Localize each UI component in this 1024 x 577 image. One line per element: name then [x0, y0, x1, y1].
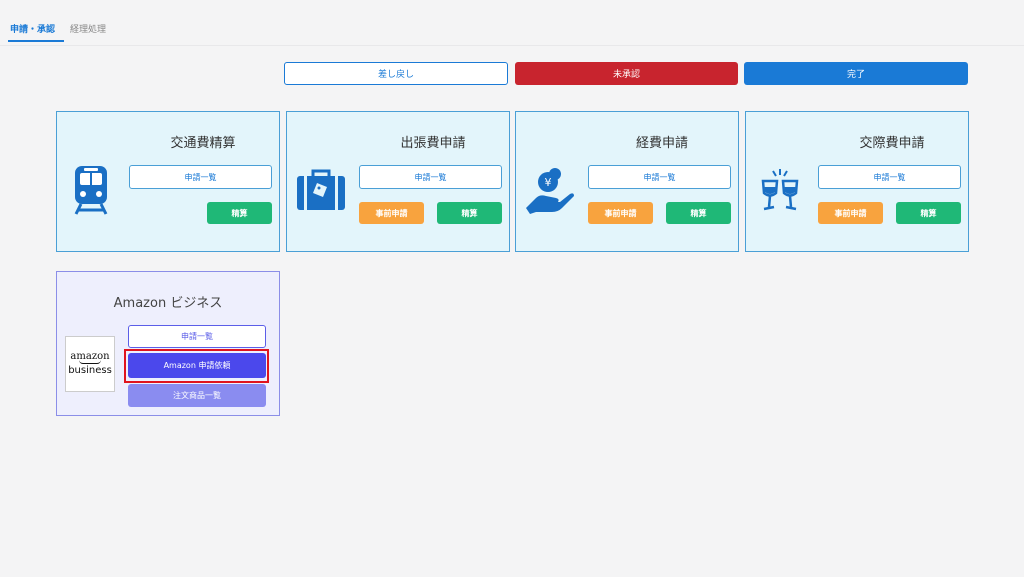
tab-bar: 申請・承認 経理処理 — [0, 0, 1024, 46]
tab-accounting[interactable]: 経理処理 — [70, 22, 106, 35]
wine-glasses-icon — [754, 162, 806, 218]
amazon-business-logo: amazon business — [65, 336, 115, 392]
suitcase-icon — [295, 162, 347, 218]
card-title: 交際費申請 — [859, 136, 925, 151]
entertainment-expense-card: 交際費申請 申請一覧 事前申請 精算 — [745, 111, 969, 252]
transportation-expense-card: 交通費精算 申請一覧 精算 — [56, 111, 280, 252]
ordered-items-list-button[interactable]: 注文商品一覧 — [128, 384, 266, 407]
settle-button[interactable]: 精算 — [896, 202, 961, 224]
amazon-request-button[interactable]: Amazon 申請依頼 — [128, 353, 266, 378]
card-title: Amazon ビジネス — [113, 296, 223, 311]
prior-application-button[interactable]: 事前申請 — [359, 202, 424, 224]
application-list-button[interactable]: 申請一覧 — [359, 165, 502, 189]
unapproved-filter-button[interactable]: 未承認 — [515, 62, 738, 85]
business-trip-card: 出張費申請 申請一覧 事前申請 精算 — [286, 111, 510, 252]
amazon-smile-icon — [79, 360, 101, 364]
expense-card: 経費申請 ¥ 申請一覧 事前申請 精算 — [515, 111, 739, 252]
amazon-application-list-button[interactable]: 申請一覧 — [128, 325, 266, 348]
yen-coin-hand-icon: ¥ — [524, 162, 576, 218]
settle-button[interactable]: 精算 — [437, 202, 502, 224]
card-title: 経費申請 — [635, 136, 688, 151]
card-title: 交通費精算 — [170, 136, 236, 151]
train-icon — [65, 162, 117, 218]
application-list-button[interactable]: 申請一覧 — [588, 165, 731, 189]
card-title: 出張費申請 — [400, 136, 466, 151]
application-list-button[interactable]: 申請一覧 — [129, 165, 272, 189]
returned-filter-button[interactable]: 差し戻し — [284, 62, 508, 85]
application-list-button[interactable]: 申請一覧 — [818, 165, 961, 189]
settle-button[interactable]: 精算 — [666, 202, 731, 224]
prior-application-button[interactable]: 事前申請 — [588, 202, 653, 224]
active-tab-indicator — [8, 40, 64, 42]
prior-application-button[interactable]: 事前申請 — [818, 202, 883, 224]
tab-application-approval[interactable]: 申請・承認 — [10, 22, 55, 35]
logo-text-business: business — [68, 365, 112, 376]
settle-button[interactable]: 精算 — [207, 202, 272, 224]
done-filter-button[interactable]: 完了 — [744, 62, 968, 85]
amazon-business-card: Amazon ビジネス amazon business 申請一覧 Amazon … — [56, 271, 280, 416]
svg-text:¥: ¥ — [545, 176, 552, 189]
